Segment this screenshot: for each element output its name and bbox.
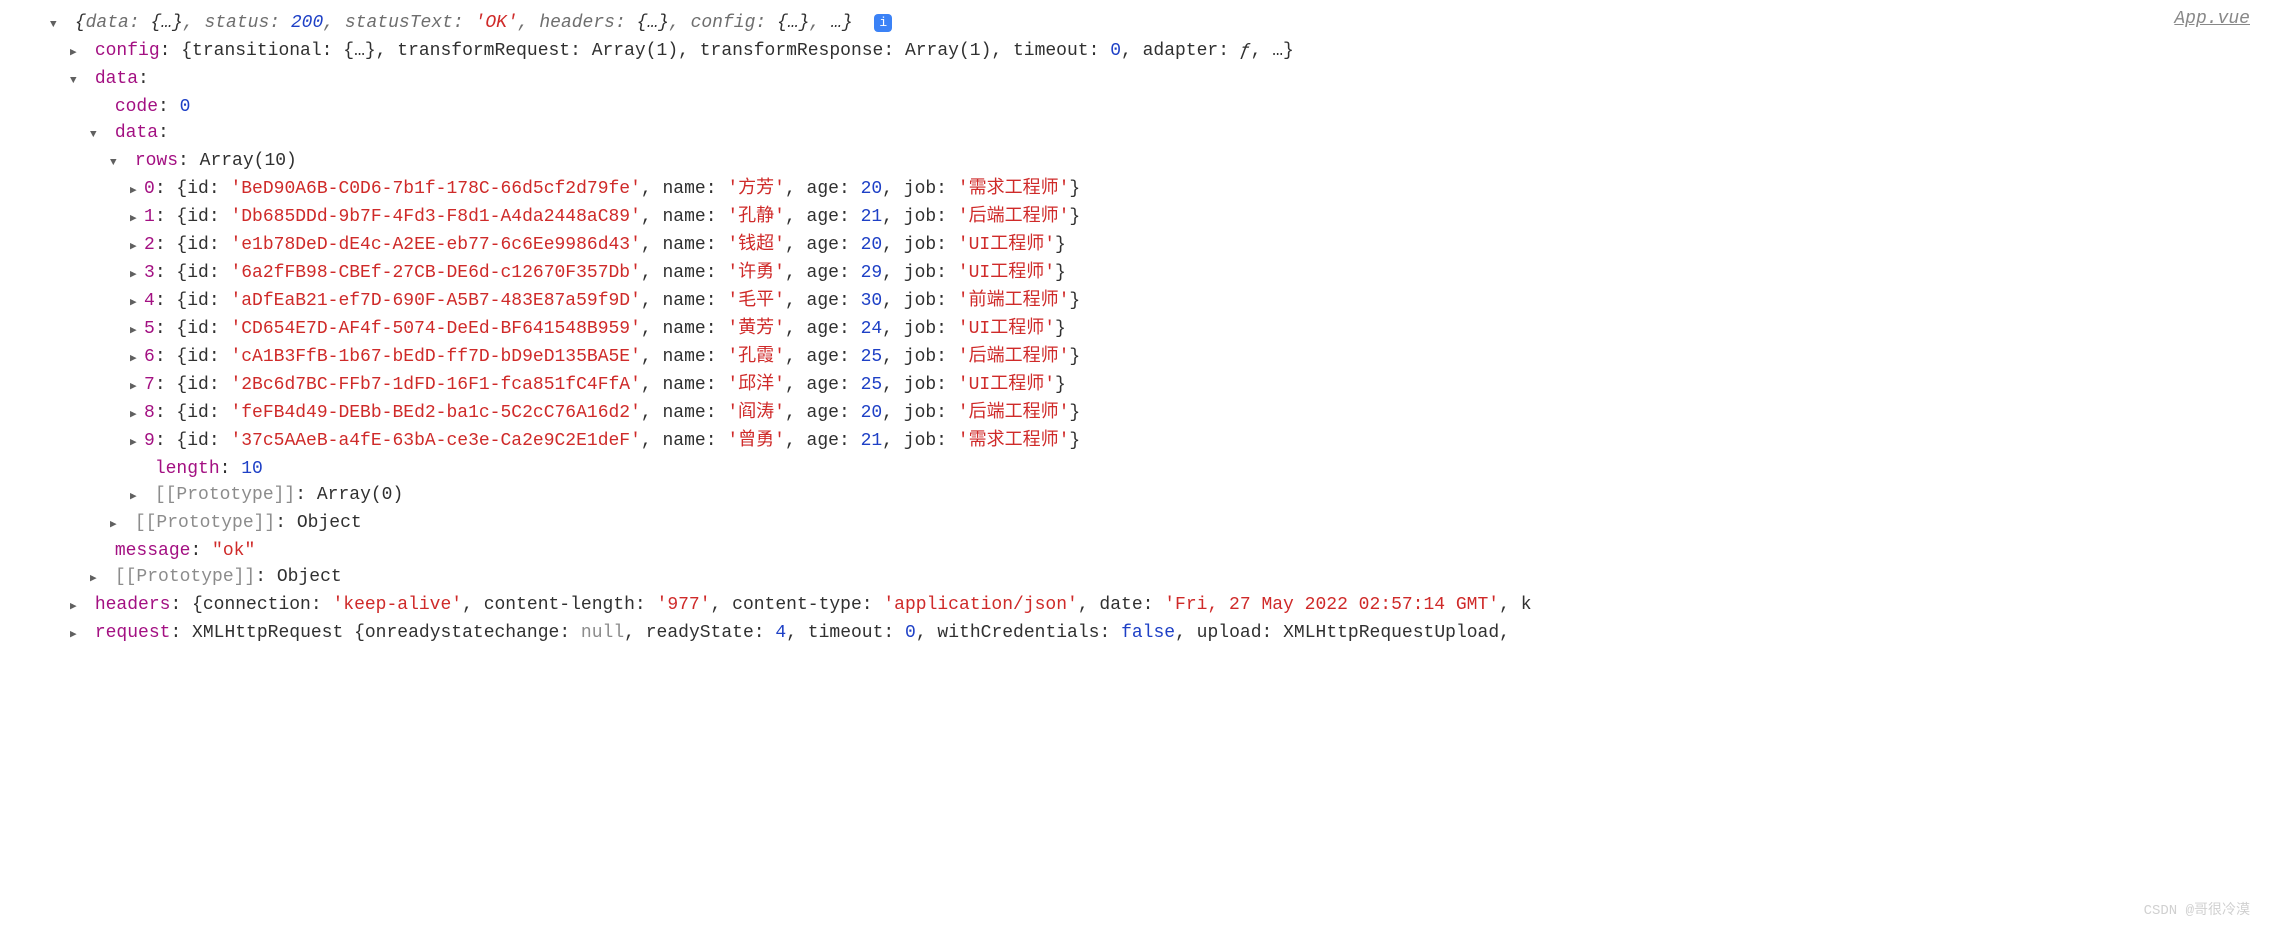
prototype-data[interactable]: [[Prototype]]: Object	[20, 510, 2250, 538]
expand-arrow-icon[interactable]	[130, 260, 144, 288]
object-summary-row[interactable]: {data: {…}, status: 200, statusText: 'OK…	[20, 10, 2250, 38]
table-row[interactable]: 7: {id: '2Bc6d7BC-FFb7-1dFD-16F1-fca851f…	[20, 372, 2250, 400]
expand-arrow-icon[interactable]	[130, 288, 144, 316]
expand-arrow-icon[interactable]	[130, 428, 144, 456]
expand-arrow-icon[interactable]	[130, 344, 144, 372]
config-row[interactable]: config: {transitional: {…}, transformReq…	[20, 38, 2250, 66]
table-row[interactable]: 1: {id: 'Db685DDd-9b7F-4Fd3-F8d1-A4da244…	[20, 204, 2250, 232]
length-row: length: 10	[20, 456, 2250, 482]
expand-arrow-icon[interactable]	[90, 120, 104, 148]
table-row[interactable]: 9: {id: '37c5AAeB-a4fE-63bA-ce3e-Ca2e9C2…	[20, 428, 2250, 456]
message-row: message: "ok"	[20, 538, 2250, 564]
source-file-link[interactable]: App.vue	[2174, 6, 2250, 32]
table-row[interactable]: 2: {id: 'e1b78DeD-dE4c-A2EE-eb77-6c6Ee99…	[20, 232, 2250, 260]
table-row[interactable]: 5: {id: 'CD654E7D-AF4f-5074-DeEd-BF64154…	[20, 316, 2250, 344]
info-icon[interactable]: i	[874, 14, 892, 32]
expand-arrow-icon[interactable]	[130, 176, 144, 204]
expand-arrow-icon[interactable]	[130, 400, 144, 428]
table-row[interactable]: 4: {id: 'aDfEaB21-ef7D-690F-A5B7-483E87a…	[20, 288, 2250, 316]
inner-data-row[interactable]: data:	[20, 120, 2250, 148]
expand-arrow-icon[interactable]	[130, 204, 144, 232]
expand-arrow-icon[interactable]	[110, 510, 124, 538]
expand-arrow-icon[interactable]	[70, 620, 84, 648]
expand-arrow-icon[interactable]	[130, 372, 144, 400]
expand-arrow-icon[interactable]	[70, 66, 84, 94]
table-row[interactable]: 6: {id: 'cA1B3FfB-1b67-bEdD-ff7D-bD9eD13…	[20, 344, 2250, 372]
code-row: code: 0	[20, 94, 2250, 120]
prototype-outer[interactable]: [[Prototype]]: Object	[20, 564, 2250, 592]
request-row[interactable]: request: XMLHttpRequest {onreadystatecha…	[20, 620, 2250, 648]
watermark: CSDN @哥很冷漠	[2144, 898, 2250, 924]
table-row[interactable]: 0: {id: 'BeD90A6B-C0D6-7b1f-178C-66d5cf2…	[20, 176, 2250, 204]
expand-arrow-icon[interactable]	[130, 232, 144, 260]
expand-arrow-icon[interactable]	[110, 148, 124, 176]
data-row[interactable]: data:	[20, 66, 2250, 94]
prototype-rows[interactable]: [[Prototype]]: Array(0)	[20, 482, 2250, 510]
table-row[interactable]: 8: {id: 'feFB4d49-DEBb-BEd2-ba1c-5C2cC76…	[20, 400, 2250, 428]
expand-arrow-icon[interactable]	[70, 592, 84, 620]
headers-row[interactable]: headers: {connection: 'keep-alive', cont…	[20, 592, 2250, 620]
expand-arrow-icon[interactable]	[130, 316, 144, 344]
expand-arrow-icon[interactable]	[50, 10, 64, 38]
expand-arrow-icon[interactable]	[70, 38, 84, 66]
expand-arrow-icon[interactable]	[90, 564, 104, 592]
table-row[interactable]: 3: {id: '6a2fFB98-CBEf-27CB-DE6d-c12670F…	[20, 260, 2250, 288]
expand-arrow-icon[interactable]	[130, 482, 144, 510]
rows-label-row[interactable]: rows: Array(10)	[20, 148, 2250, 176]
